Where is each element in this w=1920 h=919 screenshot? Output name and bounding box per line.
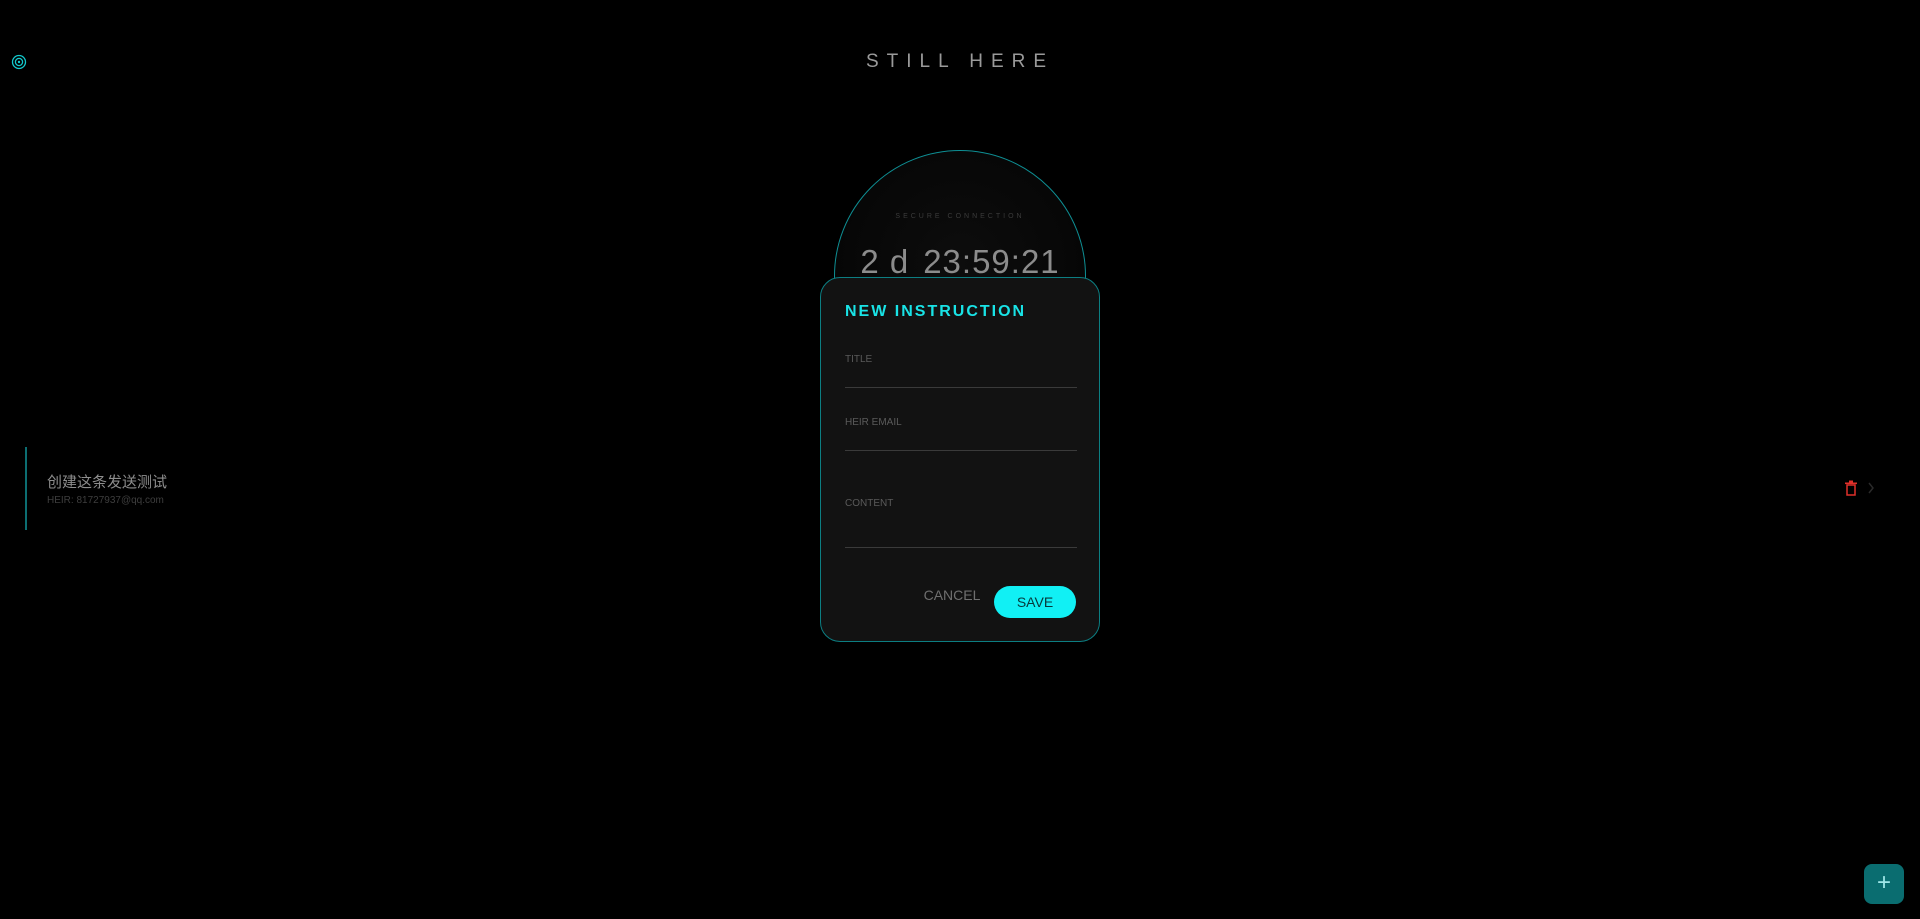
app-page: STILL HERE SECURE CONNECTION 2 d 23:59:21… bbox=[0, 0, 1920, 919]
app-title: STILL HERE bbox=[865, 51, 1055, 72]
title-input[interactable] bbox=[845, 367, 1077, 385]
heir-email-field-label: HEIR EMAIL bbox=[845, 417, 902, 428]
new-instruction-dialog: NEW INSTRUCTION TITLE HEIR EMAIL CONTENT… bbox=[820, 277, 1100, 642]
trash-icon[interactable] bbox=[1844, 480, 1858, 496]
content-input[interactable] bbox=[845, 527, 1077, 545]
plus-icon: + bbox=[1876, 869, 1891, 896]
title-field: TITLE bbox=[845, 354, 1077, 388]
countdown-time: 23:59:21 bbox=[923, 243, 1060, 280]
content-field-label: CONTENT bbox=[845, 498, 894, 509]
instruction-heir: HEIR: 81727937@qq.com bbox=[47, 495, 164, 506]
title-field-label: TITLE bbox=[845, 354, 873, 365]
heir-email-field: HEIR EMAIL bbox=[845, 417, 1077, 451]
content-field: CONTENT bbox=[845, 498, 1077, 548]
cancel-button[interactable]: CANCEL bbox=[917, 584, 987, 606]
instruction-title: 创建这条发送测试 bbox=[47, 474, 168, 491]
save-button[interactable]: SAVE bbox=[994, 586, 1076, 618]
add-instruction-button[interactable]: + bbox=[1864, 864, 1904, 904]
countdown-days: 2 d bbox=[860, 243, 910, 280]
list-item-accent-bar bbox=[25, 447, 27, 530]
dialog-title: NEW INSTRUCTION bbox=[845, 303, 1027, 320]
heir-email-input[interactable] bbox=[845, 430, 1077, 448]
chevron-right-icon[interactable] bbox=[1867, 482, 1875, 496]
dial-label: SECURE CONNECTION bbox=[895, 213, 1025, 220]
countdown-timer: 2 d 23:59:21 bbox=[834, 244, 1086, 280]
